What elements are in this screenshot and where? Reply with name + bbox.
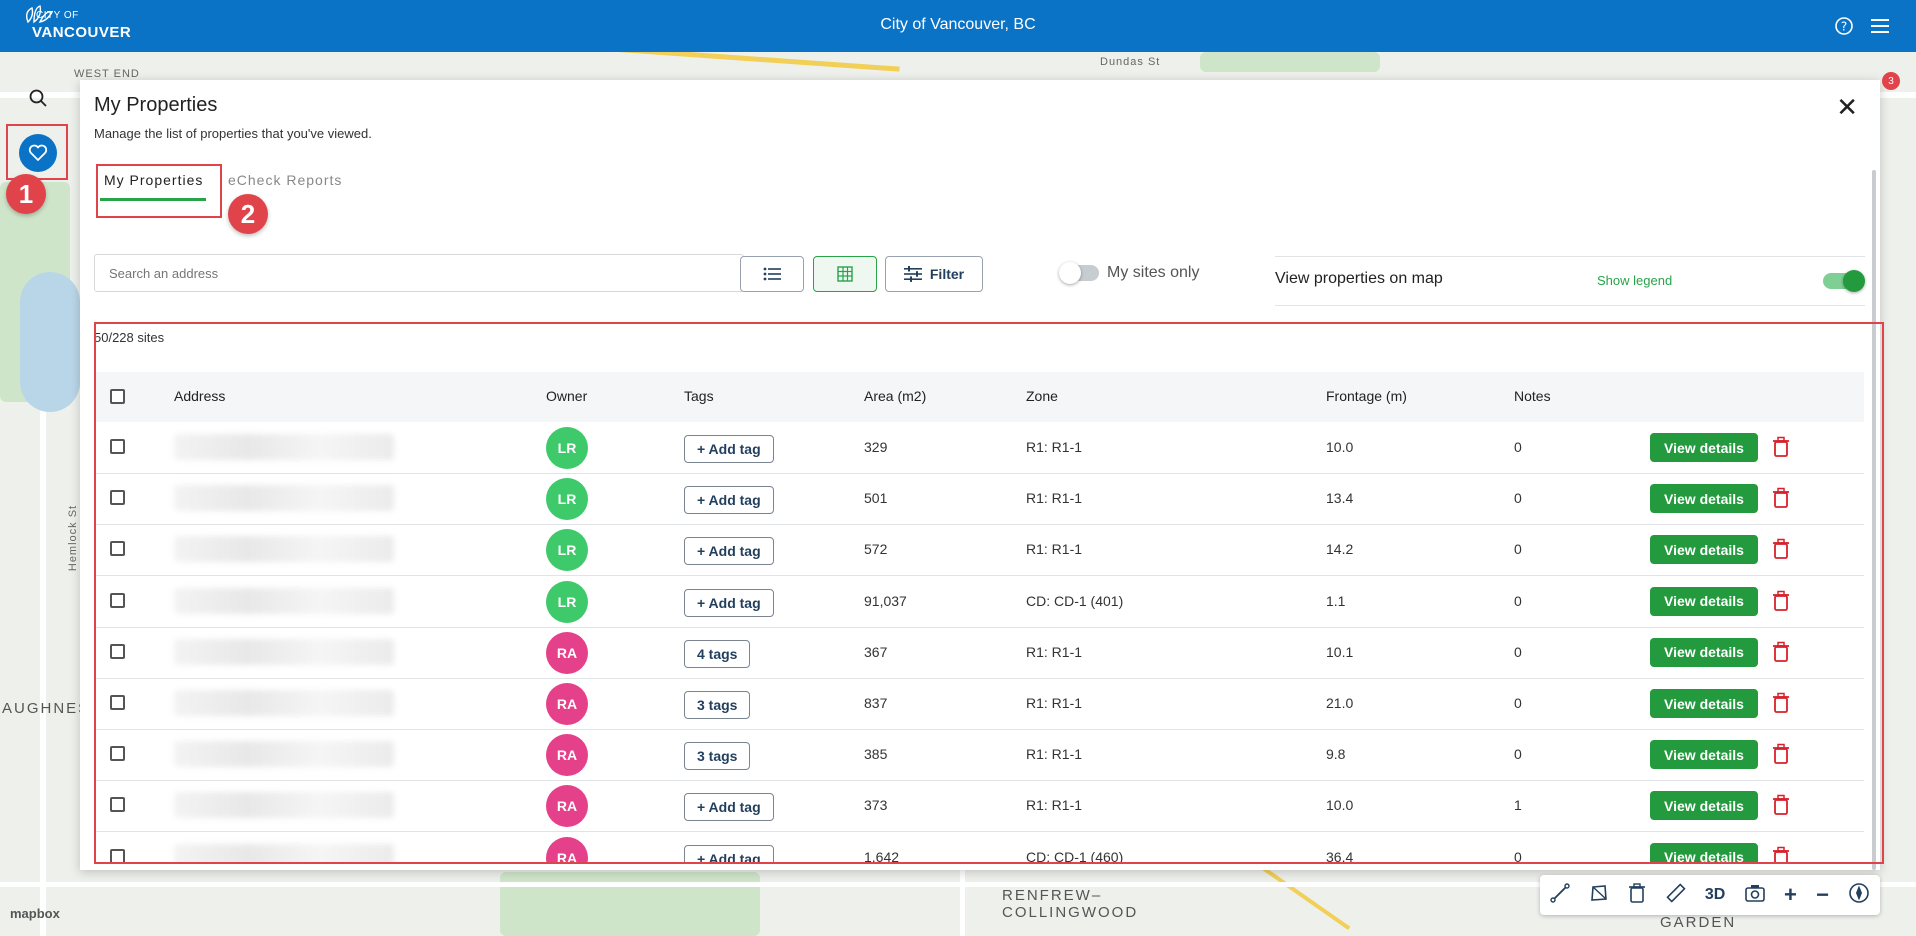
my-sites-only-toggle[interactable]: [1059, 262, 1099, 284]
zoom-out-button[interactable]: −: [1816, 882, 1829, 908]
annotation-box: [96, 164, 222, 218]
close-icon[interactable]: ✕: [1836, 94, 1858, 120]
map-tools-bar: 3D + −: [1540, 875, 1880, 915]
search-icon: [29, 89, 47, 107]
list-view-button[interactable]: [740, 256, 804, 292]
compass-icon[interactable]: [1848, 882, 1870, 909]
map-label: COLLINGWOOD: [1002, 904, 1139, 921]
help-icon[interactable]: ?: [1832, 14, 1856, 38]
map-label: Dundas St: [1100, 56, 1161, 68]
three-d-button[interactable]: 3D: [1705, 886, 1725, 904]
zoom-in-button[interactable]: +: [1784, 882, 1797, 908]
filter-sliders-icon: [903, 266, 922, 282]
search-rail-button[interactable]: [18, 78, 58, 118]
grid-table-icon: [837, 266, 853, 282]
notification-badge: 3: [1882, 72, 1900, 90]
view-on-map-row: View properties on map Show legend: [1275, 256, 1865, 306]
annotation-box: [6, 124, 68, 180]
mapbox-attribution[interactable]: mapbox: [10, 906, 60, 921]
filter-label: Filter: [929, 266, 965, 282]
top-app-bar: CITY OF VANCOUVER City of Vancouver, BC …: [0, 0, 1916, 52]
tab-echeck-reports[interactable]: eCheck Reports: [228, 172, 342, 188]
view-on-map-toggle[interactable]: [1823, 270, 1865, 292]
filter-button[interactable]: Filter: [885, 256, 983, 292]
map-label: Hemlock St: [67, 504, 80, 572]
show-legend-link[interactable]: Show legend: [1597, 273, 1672, 288]
map-label: WEST END: [74, 68, 140, 80]
panel-title: My Properties: [94, 94, 218, 116]
app-title: City of Vancouver, BC: [880, 16, 1036, 33]
menu-icon[interactable]: [1868, 14, 1892, 38]
annotation-callout-1: 1: [6, 174, 46, 214]
camera-icon[interactable]: [1744, 884, 1765, 907]
annotation-box: [94, 322, 1884, 864]
map-label: GARDEN: [1660, 914, 1737, 931]
address-search-input[interactable]: [94, 254, 744, 292]
table-view-button[interactable]: [813, 256, 877, 292]
panel-subtitle: Manage the list of properties that you'v…: [94, 126, 372, 141]
map-label: RENFREW–: [1002, 887, 1103, 904]
trash-icon[interactable]: [1628, 882, 1646, 908]
svg-text:?: ?: [1841, 20, 1847, 34]
draw-polygon-icon[interactable]: [1589, 883, 1609, 908]
measure-ruler-icon[interactable]: [1665, 882, 1686, 908]
annotation-callout-2: 2: [228, 194, 268, 234]
view-on-map-label: View properties on map: [1275, 270, 1443, 287]
draw-line-icon[interactable]: [1549, 882, 1570, 908]
list-icon: [763, 267, 781, 281]
my-sites-only-label: My sites only: [1107, 264, 1200, 281]
